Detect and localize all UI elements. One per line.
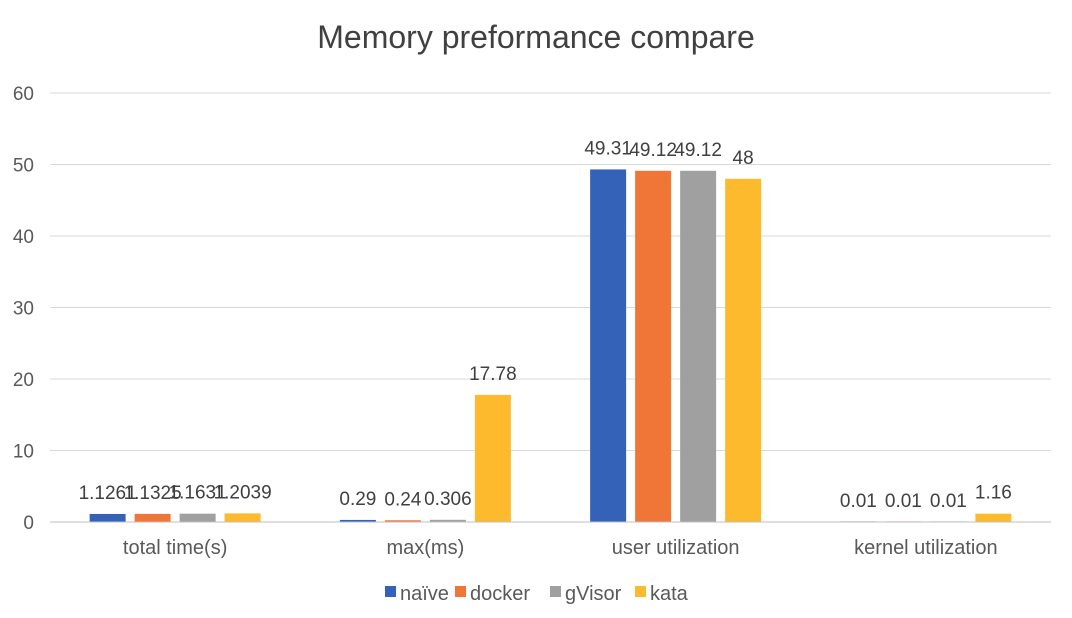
bar — [680, 170, 717, 523]
bar-chart: Memory preformance compare 0 10 20 30 40 50 60… — [13, 19, 1051, 605]
bar — [635, 170, 672, 523]
data-label: 49.12 — [674, 140, 722, 161]
data-label: 0.29 — [339, 489, 376, 510]
bar — [134, 513, 171, 522]
data-label: 0.01 — [930, 491, 967, 512]
y-tick-label: 20 — [13, 370, 34, 391]
legend-swatch — [550, 586, 561, 597]
legend-label: docker — [470, 583, 530, 605]
y-tick-label: 60 — [13, 84, 34, 105]
legend-label: gVisor — [565, 583, 622, 605]
legend-swatch — [385, 586, 396, 597]
bar — [89, 513, 126, 522]
legend-swatch — [455, 586, 466, 597]
x-tick-label: user utilization — [612, 537, 740, 559]
x-tick-label: kernel utilization — [854, 537, 997, 559]
data-label: 48 — [733, 148, 754, 169]
y-tick-label: 30 — [13, 299, 34, 320]
y-tick-label: 10 — [13, 442, 34, 463]
legend-label: kata — [650, 583, 689, 605]
bar — [224, 513, 261, 522]
bar — [179, 513, 216, 522]
data-label: 0.24 — [384, 489, 421, 510]
x-tick-label: max(ms) — [386, 537, 464, 559]
legend: naïve docker gVisor kata — [385, 583, 689, 605]
x-tick-label: total time(s) — [123, 537, 227, 559]
x-axis: total time(s) max(ms) user utilization kern… — [50, 521, 1051, 559]
legend-label: naïve — [400, 583, 449, 605]
data-label: 17.78 — [469, 364, 517, 385]
data-label: 1.16 — [975, 483, 1012, 504]
data-label: 0.01 — [840, 491, 877, 512]
bar — [590, 169, 627, 522]
bar — [975, 513, 1012, 522]
legend-swatch — [635, 586, 646, 597]
gridlines — [50, 92, 1051, 451]
data-label: 0.306 — [424, 489, 472, 510]
chart-title: Memory preformance compare — [317, 19, 754, 55]
y-tick-label: 50 — [13, 156, 34, 177]
data-label: 1.2039 — [214, 482, 272, 503]
y-tick-label: 40 — [13, 227, 34, 248]
data-label: 49.12 — [629, 140, 677, 161]
bar — [725, 178, 762, 523]
bar — [474, 394, 511, 522]
bars — [89, 169, 1012, 523]
data-label: 49.31 — [584, 138, 632, 159]
data-label: 0.01 — [885, 491, 922, 512]
y-axis: 0 10 20 30 40 50 60 — [13, 84, 34, 534]
data-labels: 1.12611.13251.16311.2039 0.29 0.24 0.30617.… — [79, 138, 1012, 511]
y-tick-label: 0 — [23, 513, 34, 534]
